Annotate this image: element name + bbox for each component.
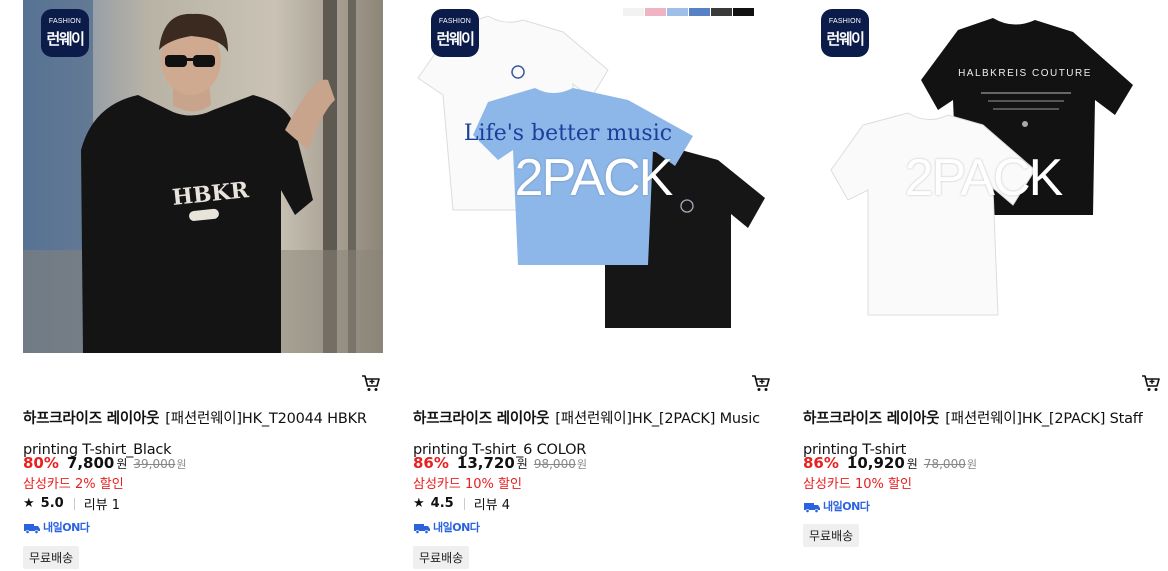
color-swatch [667, 8, 688, 16]
free-shipping-tag: 무료배송 [23, 546, 80, 569]
price-row: 80% 7,800 원 39,000 원 [23, 454, 187, 474]
product-image[interactable]: Life's better music 2PACK FASHION 런웨이 [413, 0, 773, 353]
brand-name: 하프크라이즈 레이아웃 [803, 411, 940, 427]
color-swatch [733, 8, 754, 16]
price-row: 86% 10,920 원 78,000 원 [803, 454, 977, 474]
original-price: 98,000 [533, 457, 576, 471]
tshirt-print-text: HALBKREIS COUTURE [958, 68, 1092, 79]
pack-overlay-text: 2PACK [514, 149, 674, 207]
card-discount: 삼성카드 10% 할인 [413, 477, 522, 492]
review-row: ★ 4.5 리뷰 4 [413, 494, 510, 513]
discount-rate: 86% [803, 454, 839, 472]
review-count: 리뷰 4 [473, 498, 511, 513]
free-shipping-tag: 무료배송 [413, 546, 470, 569]
rating-score: 4.5 [430, 496, 454, 511]
delivery-badge: 내일ON다 [23, 519, 90, 535]
pack-overlay-text: 2PACK [904, 149, 1064, 207]
original-price: 39,000 [133, 457, 176, 471]
divider [463, 497, 465, 510]
delivery-truck-icon [804, 502, 820, 513]
sale-price: 7,800 [66, 454, 115, 472]
discount-rate: 80% [23, 454, 59, 472]
original-currency-unit: 원 [576, 458, 587, 471]
brand-name: 하프크라이즈 레이아웃 [413, 411, 550, 427]
color-swatch [623, 8, 644, 16]
free-shipping-tag: 무료배송 [803, 524, 860, 547]
badge-line2: 런웨이 [436, 30, 475, 48]
color-swatch [711, 8, 732, 16]
star-icon: ★ [23, 496, 35, 511]
fashion-runway-badge: FASHION 런웨이 [821, 9, 869, 57]
cart-icon[interactable] [1141, 374, 1161, 392]
delivery-label: 내일ON다 [823, 500, 870, 513]
original-currency-unit: 원 [176, 458, 187, 471]
cart-icon[interactable] [751, 374, 771, 392]
badge-line2: 런웨이 [46, 30, 85, 48]
product-card[interactable]: HBKR FASHION 런웨이 하프크라이즈 레이아웃 [패션런웨이]HK_T2… [23, 0, 383, 571]
product-card[interactable]: HALBKREIS COUTURE 2PACK FASHION 런웨이 하프크라… [803, 0, 1163, 571]
currency-unit: 원 [116, 457, 128, 471]
card-discount: 삼성카드 2% 할인 [23, 477, 124, 492]
delivery-label: 내일ON다 [43, 521, 90, 534]
brand-name: 하프크라이즈 레이아웃 [23, 411, 160, 427]
sale-price: 13,720 [456, 454, 515, 472]
divider [73, 497, 75, 510]
delivery-label: 내일ON다 [433, 521, 480, 534]
sale-price: 10,920 [846, 454, 905, 472]
color-swatches [623, 8, 755, 16]
review-row: ★ 5.0 리뷰 1 [23, 494, 120, 513]
fashion-runway-badge: FASHION 런웨이 [431, 9, 479, 57]
original-price: 78,000 [923, 457, 966, 471]
currency-unit: 원 [906, 457, 918, 471]
original-currency-unit: 원 [966, 458, 977, 471]
fashion-runway-badge: FASHION 런웨이 [41, 9, 89, 57]
badge-line1: FASHION [48, 18, 82, 25]
star-icon: ★ [413, 496, 425, 511]
product-image[interactable]: HBKR FASHION 런웨이 [23, 0, 383, 353]
card-discount: 삼성카드 10% 할인 [803, 477, 912, 492]
badge-line1: FASHION [438, 18, 472, 25]
discount-rate: 86% [413, 454, 449, 472]
product-image[interactable]: HALBKREIS COUTURE 2PACK FASHION 런웨이 [803, 0, 1163, 353]
color-swatch [689, 8, 710, 16]
tshirt-print-text: Life's better music [464, 121, 672, 146]
delivery-badge: 내일ON다 [803, 498, 870, 514]
review-count: 리뷰 1 [83, 498, 121, 513]
color-swatch [645, 8, 666, 16]
currency-unit: 원 [516, 457, 528, 471]
cart-icon[interactable] [361, 374, 381, 392]
delivery-badge: 내일ON다 [413, 519, 480, 535]
delivery-truck-icon [24, 523, 40, 534]
product-card[interactable]: Life's better music 2PACK FASHION 런웨이 하프… [413, 0, 773, 571]
delivery-truck-icon [414, 523, 430, 534]
rating-score: 5.0 [40, 496, 64, 511]
badge-line2: 런웨이 [826, 30, 865, 48]
price-row: 86% 13,720 원 98,000 원 [413, 454, 587, 474]
badge-line1: FASHION [828, 18, 862, 25]
